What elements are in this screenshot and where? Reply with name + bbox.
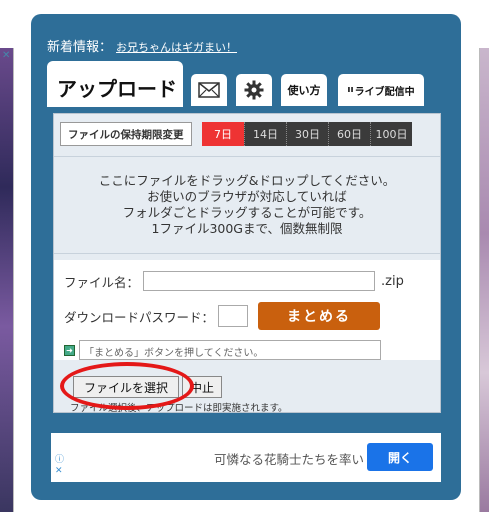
- password-label: ダウンロードパスワード：: [64, 309, 215, 325]
- tab-live-label: ライブ配信中: [354, 86, 415, 98]
- status-field: 「まとめる」ボタンを押してください。: [79, 340, 381, 360]
- ad-text: 可憐なる花騎士たちを率い: [214, 452, 365, 467]
- tab-mail[interactable]: [191, 74, 227, 106]
- upload-box: ファイルの保持期限変更 7日 14日 30日 60日 100日 ここにファイルを…: [53, 113, 441, 414]
- ad-info-icon[interactable]: ⓘ ✕: [55, 455, 64, 477]
- right-side-ad: [479, 48, 489, 512]
- drop-line: ここにファイルをドラッグ&ドロップしてください。: [98, 173, 396, 188]
- archive-form: ファイル名： .zip ダウンロードパスワード： まとめる ➜ 「まとめる」ボタ…: [54, 260, 440, 360]
- tab-howto[interactable]: 使い方: [281, 74, 327, 106]
- drop-zone[interactable]: ここにファイルをドラッグ&ドロップしてください。 お使いのブラウザが対応していれ…: [54, 156, 440, 254]
- close-icon[interactable]: ✕: [2, 50, 10, 61]
- ad-open-button[interactable]: 開く: [367, 443, 433, 471]
- news-link[interactable]: お兄ちゃんはギガまい！: [116, 41, 237, 54]
- drop-line: 1ファイル300Gまで、個数無制限: [151, 221, 343, 236]
- upload-panel: 新着情報： お兄ちゃんはギガまい！ アップロード 使い方 ıı ライブ配信中 ファイ…: [31, 14, 461, 500]
- day-option-60[interactable]: 60日: [328, 122, 370, 146]
- day-option-14[interactable]: 14日: [244, 122, 286, 146]
- matomeru-button[interactable]: まとめる: [258, 302, 381, 330]
- retention-days: 7日 14日 30日 60日 100日: [202, 122, 412, 146]
- mail-icon: [198, 82, 220, 98]
- tab-settings[interactable]: [236, 74, 272, 106]
- highlight-circle: [60, 362, 194, 410]
- tab-upload[interactable]: アップロード: [47, 61, 183, 107]
- news-bar: 新着情報： お兄ちゃんはギガまい！: [47, 36, 237, 55]
- day-option-7[interactable]: 7日: [202, 122, 244, 146]
- retention-label: ファイルの保持期限変更: [60, 122, 192, 146]
- broadcast-icon: ıı: [347, 85, 354, 95]
- gear-icon: [244, 80, 264, 100]
- drop-line: フォルダごとドラッグすることが可能です。: [122, 205, 372, 220]
- day-option-100[interactable]: 100日: [370, 122, 412, 146]
- filename-input[interactable]: [143, 271, 376, 291]
- tab-live[interactable]: ıı ライブ配信中: [338, 74, 424, 106]
- news-label: 新着情報：: [47, 40, 113, 55]
- arrow-right-icon: ➜: [64, 344, 75, 356]
- zip-extension: .zip: [381, 273, 404, 289]
- filename-label: ファイル名：: [64, 274, 140, 290]
- password-input[interactable]: [218, 305, 249, 327]
- left-side-ad: ✕: [0, 48, 14, 512]
- drop-line: お使いのブラウザが対応していれば: [147, 189, 347, 204]
- ad-banner[interactable]: ⓘ ✕ 可憐なる花騎士たちを率い 開く: [51, 433, 441, 482]
- day-option-30[interactable]: 30日: [286, 122, 328, 146]
